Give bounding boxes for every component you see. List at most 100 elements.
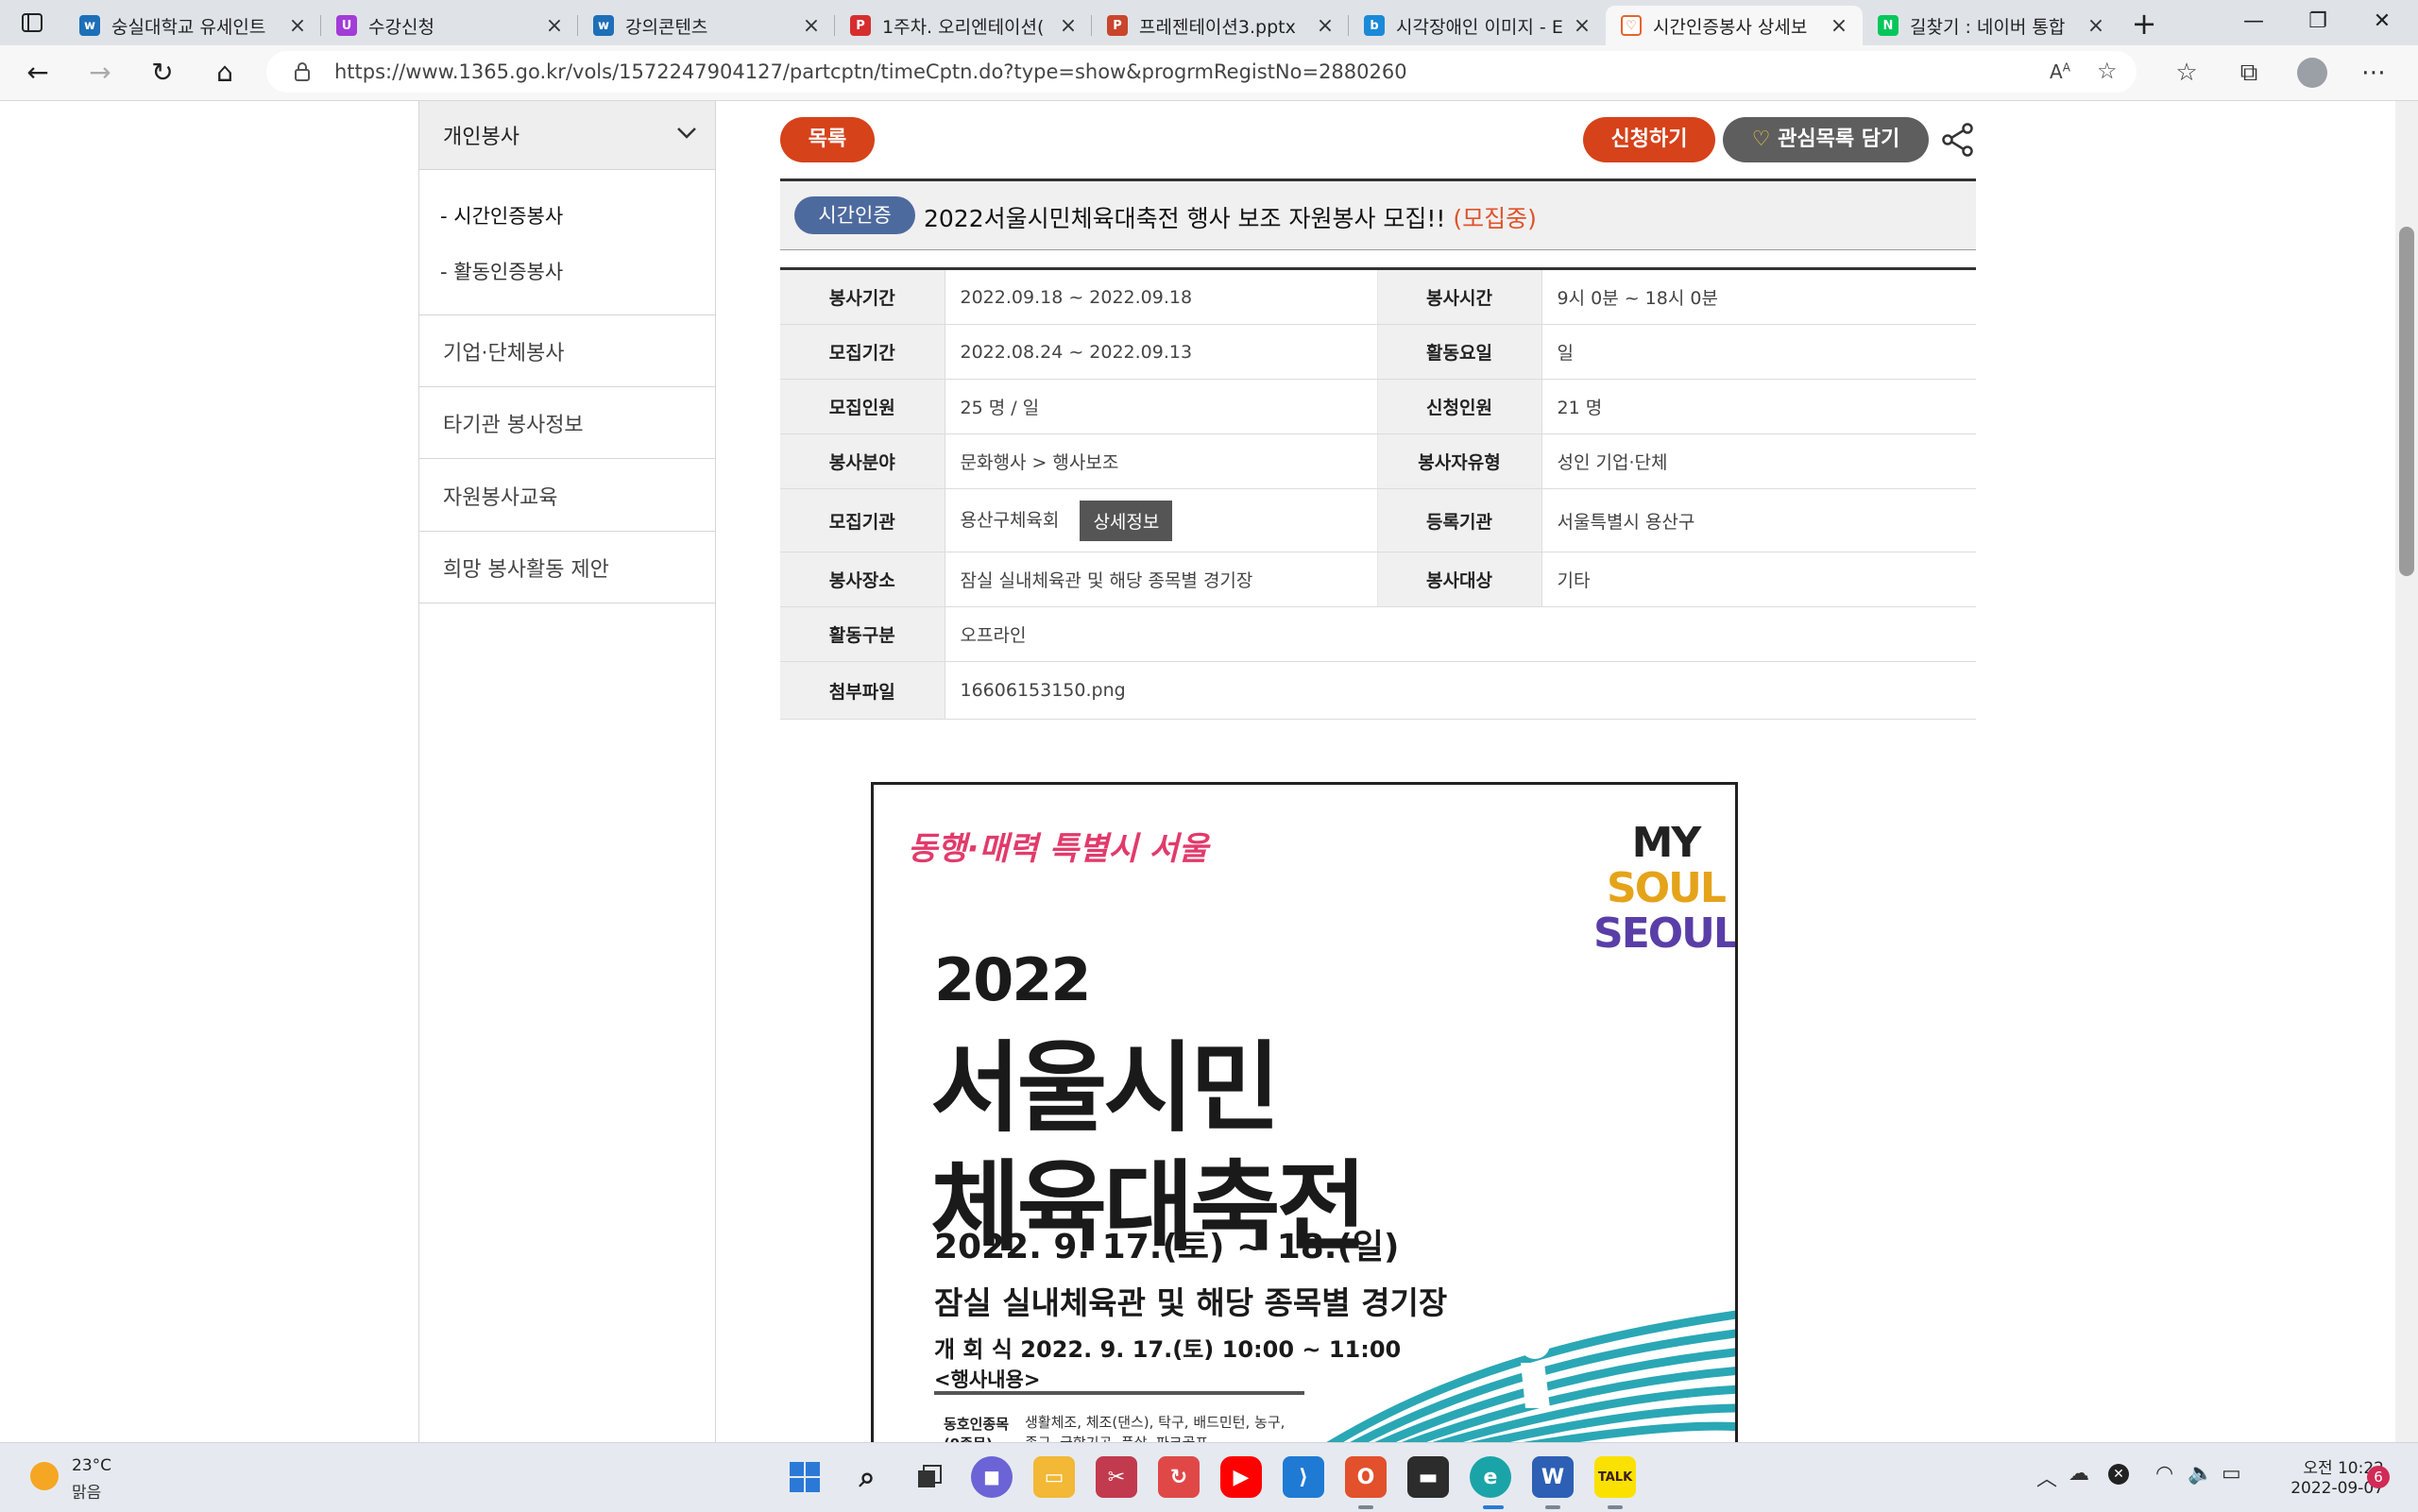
- reg-label: 등록기관: [1377, 488, 1542, 552]
- new-tab-icon[interactable]: +: [2125, 6, 2163, 43]
- close-window-icon[interactable]: ✕: [2350, 0, 2414, 45]
- onedrive-icon[interactable]: ☁: [2069, 1462, 2089, 1486]
- event-poster-image: 동행·매력 특별시 서울 MY SOUL SEOUL 2022 서울시민 체육대…: [871, 782, 1738, 1462]
- weather-desc[interactable]: 맑음: [72, 1479, 101, 1503]
- refresh-icon[interactable]: ↻: [144, 55, 181, 91]
- battery-icon[interactable]: ▭: [2222, 1462, 2241, 1486]
- add-favorite-button[interactable]: ♡ 관심목록 담기: [1723, 117, 1929, 162]
- table-row: 모집인원 25 명 / 일 신청인원 21 명: [780, 379, 1976, 434]
- table-row: 봉사분야 문화행사 > 행사보조 봉사자유형 성인 기업·단체: [780, 433, 1976, 489]
- chevron-up-icon[interactable]: ︿: [2036, 1462, 2057, 1492]
- page-scrollbar-thumb[interactable]: [2399, 227, 2414, 576]
- lock-icon[interactable]: [293, 61, 312, 82]
- terminal-icon[interactable]: ▬: [1407, 1456, 1449, 1498]
- volume-muted-icon[interactable]: 🔈: [2188, 1462, 2213, 1486]
- place-value: 잠실 실내체육관 및 해당 종목별 경기장: [945, 552, 1378, 607]
- sidebar-item-education[interactable]: 자원봉사교육: [443, 481, 557, 511]
- period-label: 봉사기간: [780, 268, 945, 325]
- close-circle-icon[interactable]: ✕: [2108, 1464, 2129, 1485]
- tab-3[interactable]: w 강의콘텐츠 ×: [578, 6, 835, 45]
- read-aloud-icon[interactable]: AA: [2050, 60, 2070, 83]
- restore-icon[interactable]: ❐: [2286, 0, 2350, 45]
- sidebar-item-other-agency[interactable]: 타기관 봉사정보: [443, 408, 584, 438]
- close-tab-icon[interactable]: ×: [1315, 14, 1336, 38]
- minimize-icon[interactable]: —: [2222, 0, 2286, 45]
- close-tab-icon[interactable]: ×: [544, 14, 565, 38]
- profile-avatar[interactable]: [2297, 58, 2327, 88]
- tab-7-active[interactable]: ♡ 시간인증봉사 상세보 ×: [1606, 6, 1863, 45]
- home-icon[interactable]: ⌂: [206, 55, 244, 91]
- notification-badge[interactable]: 6: [2367, 1466, 2390, 1488]
- field-value: 문화행사 > 행사보조: [945, 433, 1378, 489]
- kakaotalk-icon[interactable]: TALK: [1594, 1456, 1636, 1498]
- naver-icon: N: [1878, 15, 1899, 36]
- applied-value: 21 명: [1541, 379, 1976, 434]
- share-icon[interactable]: [1940, 122, 1976, 158]
- close-tab-icon[interactable]: ×: [801, 14, 822, 38]
- volunteer-site-icon: ♡: [1621, 15, 1642, 36]
- file-explorer-icon[interactable]: ▭: [1033, 1456, 1075, 1498]
- sun-icon[interactable]: [30, 1462, 59, 1490]
- collections-icon[interactable]: ⧉: [2233, 58, 2265, 90]
- days-value: 일: [1541, 324, 1976, 380]
- days-label: 활동요일: [1377, 324, 1542, 380]
- close-tab-icon[interactable]: ×: [2086, 14, 2106, 38]
- tab-8[interactable]: N 길찾기 : 네이버 통합 ×: [1863, 6, 2120, 45]
- sidebar: 개인봉사 - 시간인증봉사 - 활동인증봉사 기업·단체봉사 타기관 봉사정보 …: [418, 101, 716, 1442]
- sidebar-item-corporate[interactable]: 기업·단체봉사: [443, 336, 564, 366]
- forward-icon: →: [89, 57, 111, 88]
- org-detail-button[interactable]: 상세정보: [1080, 500, 1173, 541]
- list-button[interactable]: 목록: [780, 117, 875, 162]
- table-row: 모집기관 용산구체육회 상세정보 등록기관 서울특별시 용산구: [780, 488, 1976, 552]
- org-value: 용산구체육회: [960, 509, 1060, 531]
- word-icon[interactable]: W: [1532, 1456, 1574, 1498]
- weather-temp[interactable]: 23°C: [72, 1456, 111, 1475]
- close-tab-icon[interactable]: ×: [1572, 14, 1592, 38]
- tab-actions-icon[interactable]: [19, 9, 45, 36]
- heart-icon: ♡: [1751, 127, 1771, 151]
- program-info-table: 봉사기간 2022.09.18 ~ 2022.09.18 봉사시간 9시 0분 …: [780, 267, 1976, 720]
- close-tab-icon[interactable]: ×: [1058, 14, 1079, 38]
- close-tab-icon[interactable]: ×: [287, 14, 308, 38]
- back-icon[interactable]: ←: [19, 55, 57, 91]
- office-icon[interactable]: O: [1345, 1456, 1387, 1498]
- address-bar[interactable]: https://www.1365.go.kr/vols/157224790412…: [266, 51, 2137, 93]
- org-label: 모집기관: [780, 488, 945, 552]
- snipping-tool-icon[interactable]: ✂: [1096, 1456, 1137, 1498]
- sidebar-sub-activity-volunteer[interactable]: - 활동인증봉사: [440, 257, 563, 285]
- favorites-icon[interactable]: ☆: [2171, 58, 2203, 90]
- soongsil-logo-icon: w: [79, 15, 100, 36]
- apply-button[interactable]: 신청하기: [1583, 117, 1715, 162]
- poster-section-heading: <행사내용>: [934, 1368, 1041, 1391]
- url-text[interactable]: https://www.1365.go.kr/vols/157224790412…: [334, 60, 1407, 83]
- file-link[interactable]: 16606153150.png: [945, 661, 1976, 720]
- table-row: 봉사기간 2022.09.18 ~ 2022.09.18 봉사시간 9시 0분 …: [780, 268, 1976, 325]
- wifi-icon[interactable]: ◠: [2155, 1462, 2173, 1486]
- search-icon[interactable]: ⌕: [846, 1456, 888, 1498]
- tab-4[interactable]: P 1주차. 오리엔테이션( ×: [835, 6, 1092, 45]
- tab-1[interactable]: w 숭실대학교 유세인트 ×: [64, 6, 321, 45]
- sync-app-icon[interactable]: ↻: [1158, 1456, 1200, 1498]
- vscode-icon[interactable]: ⟩: [1283, 1456, 1324, 1498]
- start-icon[interactable]: [784, 1456, 826, 1498]
- clock-date[interactable]: 2022-09-07: [2263, 1479, 2384, 1498]
- recruit-period-value: 2022.08.24 ~ 2022.09.13: [945, 324, 1378, 380]
- powerpoint-icon: P: [1107, 15, 1128, 36]
- edge-icon[interactable]: e: [1470, 1456, 1511, 1498]
- time-cert-badge: 시간인증: [794, 196, 915, 234]
- quota-label: 모집인원: [780, 379, 945, 434]
- more-menu-icon[interactable]: ⋯: [2358, 58, 2390, 90]
- youtube-icon[interactable]: ▶: [1220, 1456, 1262, 1498]
- task-view-icon[interactable]: [909, 1456, 950, 1498]
- quota-value: 25 명 / 일: [945, 379, 1378, 434]
- add-favorite-icon[interactable]: ☆: [2097, 58, 2118, 84]
- windows-taskbar: 23°C 맑음 ⌕ ◼ ▭ ✂ ↻ ▶ ⟩ O ▬ e W TALK ︿ ☁ ✕…: [0, 1442, 2418, 1512]
- tab-6[interactable]: b 시각장애인 이미지 - E ×: [1349, 6, 1606, 45]
- tab-2[interactable]: U 수강신청 ×: [321, 6, 578, 45]
- sidebar-item-proposal[interactable]: 희망 봉사활동 제안: [443, 552, 609, 583]
- sidebar-header[interactable]: 개인봉사: [419, 101, 715, 170]
- close-tab-icon[interactable]: ×: [1829, 14, 1849, 38]
- chat-icon[interactable]: ◼: [971, 1456, 1013, 1498]
- tab-5[interactable]: P 프레젠테이션3.pptx ×: [1092, 6, 1349, 45]
- sidebar-sub-time-volunteer[interactable]: - 시간인증봉사: [440, 201, 563, 229]
